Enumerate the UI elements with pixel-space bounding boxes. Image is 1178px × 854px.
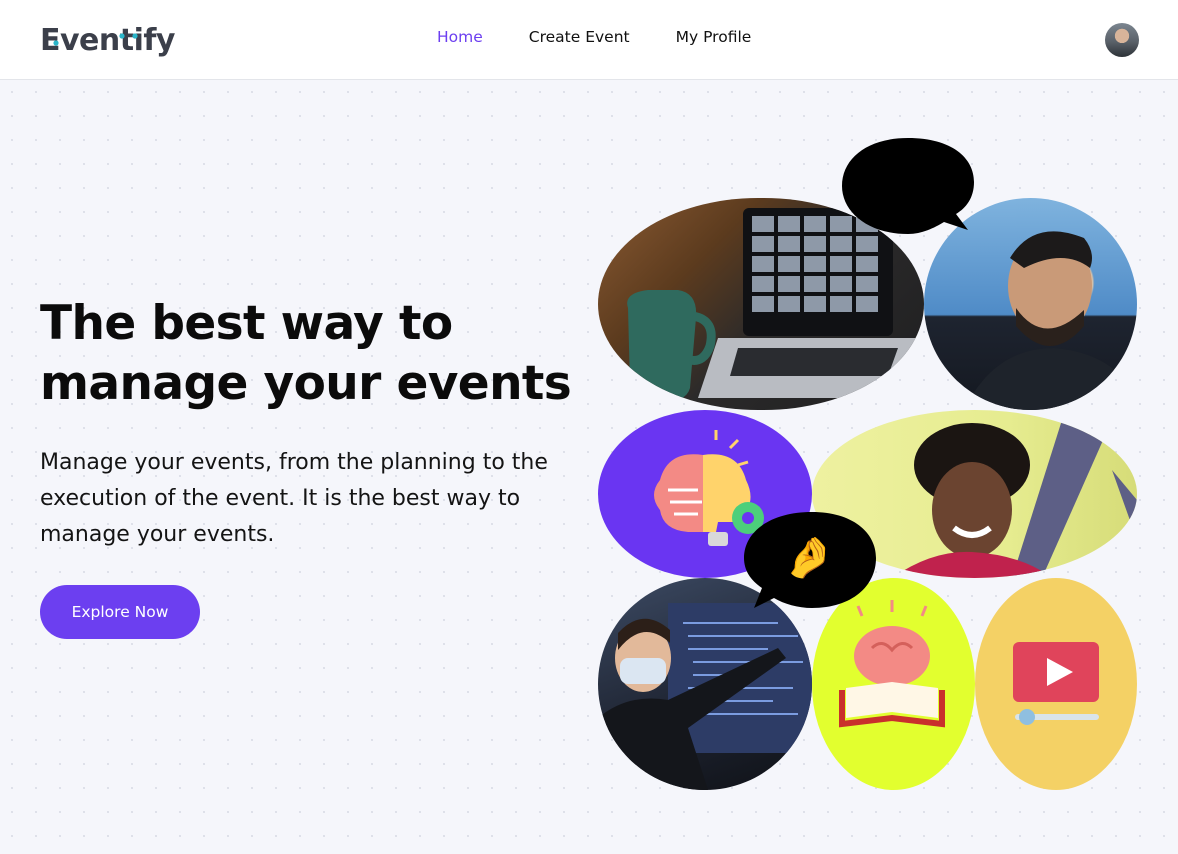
play-button-icon: [1013, 642, 1099, 725]
hero-subtext: Manage your events, from the planning to…: [40, 450, 548, 547]
explore-now-button[interactable]: Explore Now: [40, 585, 200, 639]
hero-section: The best way to manage your events Manag…: [0, 80, 1178, 854]
user-avatar[interactable]: [1105, 23, 1139, 57]
landing-page: Eventify Home Create Event My Profile Th…: [0, 0, 1178, 854]
primary-nav: Home Create Event My Profile: [437, 28, 751, 46]
logo-text: Eventify: [40, 22, 175, 58]
pinched-fingers-emoji: 🤌: [784, 535, 834, 581]
video-player-illustration: [975, 578, 1137, 790]
nav-home-link[interactable]: Home: [437, 28, 483, 46]
hero-headline: The best way to manage your events: [40, 296, 572, 411]
eventify-logo[interactable]: Eventify: [40, 20, 175, 60]
image-collage: 😍 🤌: [598, 138, 1158, 794]
nav-create-event-link[interactable]: Create Event: [529, 28, 630, 46]
pinched-fingers-bubble: 🤌: [744, 512, 878, 612]
top-navbar: Eventify Home Create Event My Profile: [0, 0, 1178, 80]
nav-my-profile-link[interactable]: My Profile: [676, 28, 752, 46]
heart-eyes-bubble: 😍: [842, 138, 976, 238]
heart-eyes-emoji: 😍: [884, 161, 926, 207]
